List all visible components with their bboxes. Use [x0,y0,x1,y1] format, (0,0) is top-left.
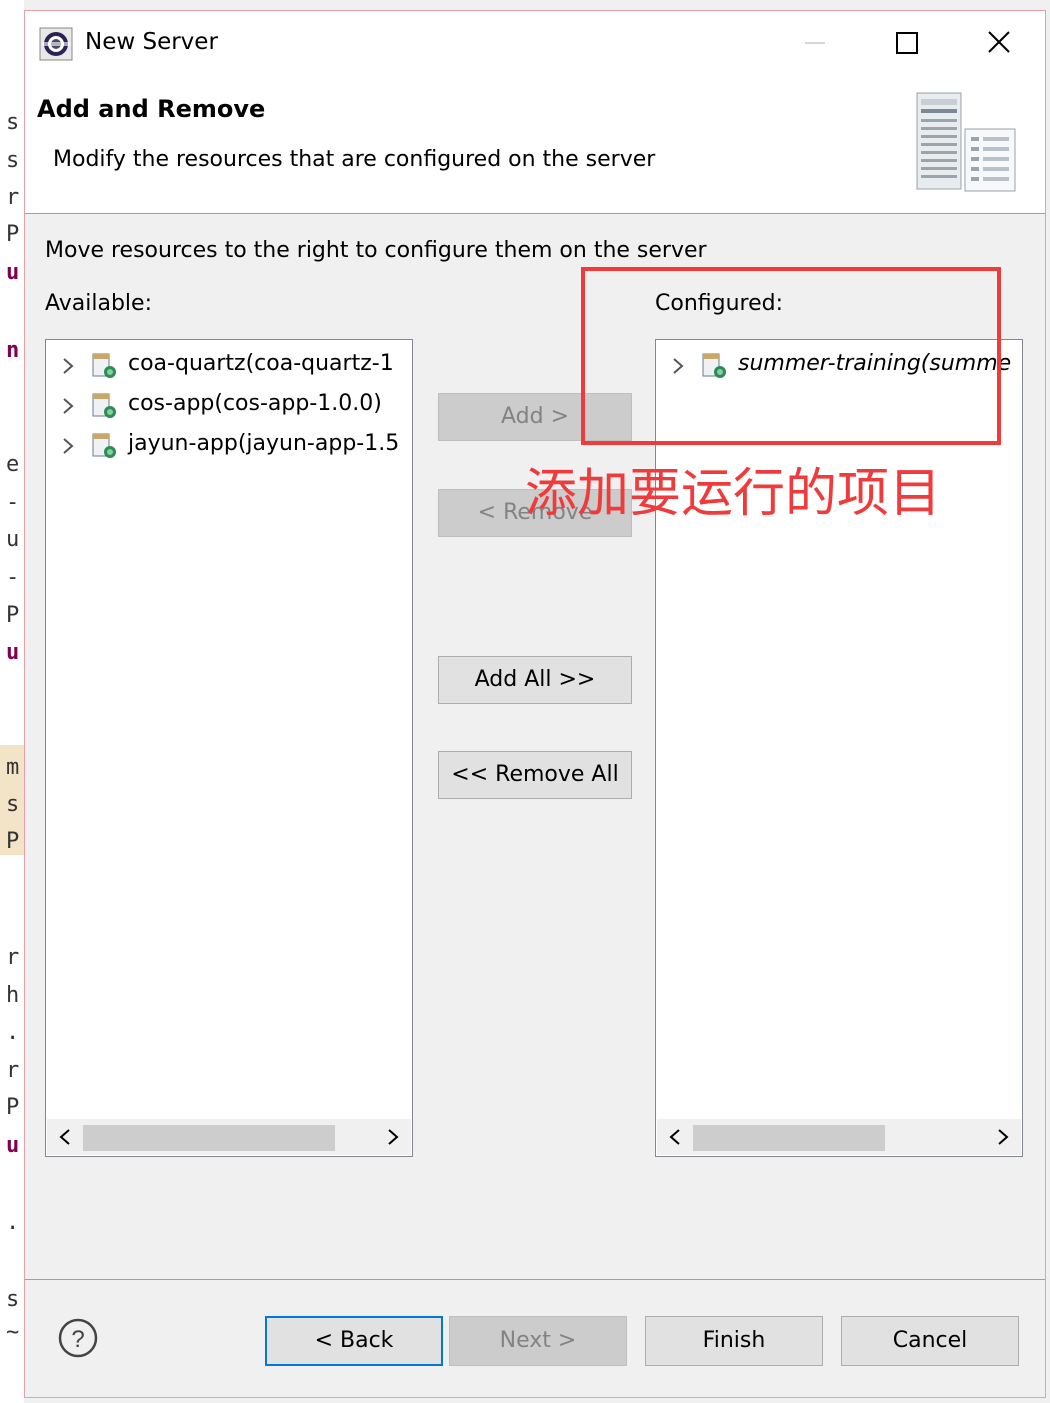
minimize-button[interactable] [785,21,845,65]
editor-fragment: e [6,452,20,477]
editor-fragment: . [6,1210,20,1235]
add-all-button[interactable]: Add All >> [438,656,632,704]
editor-fragment: P [6,829,20,854]
editor-fragment: P [6,222,20,247]
tree-item-jayun-app[interactable]: jayun-app(jayun-app-1.5 [46,428,412,464]
add-button[interactable]: Add > [438,393,632,441]
minimize-icon [805,42,825,44]
next-button[interactable]: Next > [449,1316,627,1366]
web-project-icon [702,353,726,378]
web-project-icon [92,353,116,378]
tree-item-summer-training[interactable]: summer-training(summe [656,348,1022,384]
back-button[interactable]: < Back [265,1316,443,1366]
close-icon [988,31,1010,53]
available-label: Available: [45,291,152,316]
configured-resources-tree[interactable]: summer-training(summe [655,339,1023,1157]
scrollbar-thumb[interactable] [83,1125,335,1151]
chevron-right-icon[interactable] [60,437,76,455]
server-banner-icon [916,92,1016,192]
tree-item-label: jayun-app(jayun-app-1.5 [128,431,400,456]
chevron-right-icon[interactable] [670,357,686,375]
instruction-text: Move resources to the right to configure… [45,238,707,263]
scroll-left-icon[interactable] [657,1119,693,1155]
chevron-right-icon[interactable] [60,397,76,415]
button-bar-separator [25,1279,1045,1280]
remove-button[interactable]: < Remove [438,489,632,537]
web-project-icon [92,393,116,418]
tree-item-label: summer-training(summe [738,351,1012,376]
maximize-icon [896,32,918,54]
eclipse-app-icon [39,27,73,61]
editor-fragment: h [6,983,20,1008]
close-button[interactable] [969,21,1029,65]
wizard-header: Add and Remove Modify the resources that… [25,77,1045,214]
editor-fragment: r [6,1058,20,1083]
editor-fragment: u [6,527,20,552]
editor-fragment: r [6,185,20,210]
editor-fragment: m [6,755,20,780]
horizontal-scrollbar[interactable] [47,1119,411,1155]
tree-item-coa-quartz[interactable]: coa-quartz(coa-quartz-1 [46,348,412,384]
editor-fragment: P [6,1095,20,1120]
web-project-icon [92,433,116,458]
editor-fragment: n [6,338,20,363]
scroll-right-icon[interactable] [375,1119,411,1155]
page-title: Add and Remove [37,95,266,123]
maximize-button[interactable] [877,21,937,65]
cancel-button[interactable]: Cancel [841,1316,1019,1366]
scrollbar-thumb[interactable] [693,1125,885,1151]
editor-fragment: . [6,1020,20,1045]
editor-fragment: s [6,792,20,817]
background-editor: s s r P u n e - u - P u m s P r h . r P … [0,0,24,1403]
tree-item-label: cos-app(cos-app-1.0.0) [128,391,382,416]
configured-label: Configured: [655,291,784,316]
chevron-right-icon[interactable] [60,357,76,375]
editor-fragment: u [6,260,20,285]
editor-fragment: u [6,640,20,665]
available-resources-tree[interactable]: coa-quartz(coa-quartz-1 cos-app(cos-app-… [45,339,413,1157]
new-server-dialog: New Server Add and Remove Modify the res… [24,10,1046,1398]
tree-item-label: coa-quartz(coa-quartz-1 [128,351,394,376]
editor-fragment: - [6,565,20,590]
title-bar[interactable]: New Server [25,11,1045,77]
svg-text:?: ? [71,1326,84,1353]
finish-button[interactable]: Finish [645,1316,823,1366]
scroll-left-icon[interactable] [47,1119,83,1155]
scroll-right-icon[interactable] [985,1119,1021,1155]
editor-fragment: - [6,490,20,515]
page-description: Modify the resources that are configured… [53,147,656,172]
editor-fragment: s [6,148,20,173]
tree-item-cos-app[interactable]: cos-app(cos-app-1.0.0) [46,388,412,424]
editor-fragment: P [6,603,20,628]
editor-fragment: s [6,110,20,135]
editor-fragment: ~ [6,1320,20,1345]
window-title: New Server [85,29,218,55]
horizontal-scrollbar[interactable] [657,1119,1021,1155]
editor-fragment: r [6,945,20,970]
help-icon[interactable]: ? [57,1317,99,1359]
remove-all-button[interactable]: << Remove All [438,751,632,799]
editor-fragment: u [6,1133,20,1158]
editor-fragment: s [6,1287,20,1312]
